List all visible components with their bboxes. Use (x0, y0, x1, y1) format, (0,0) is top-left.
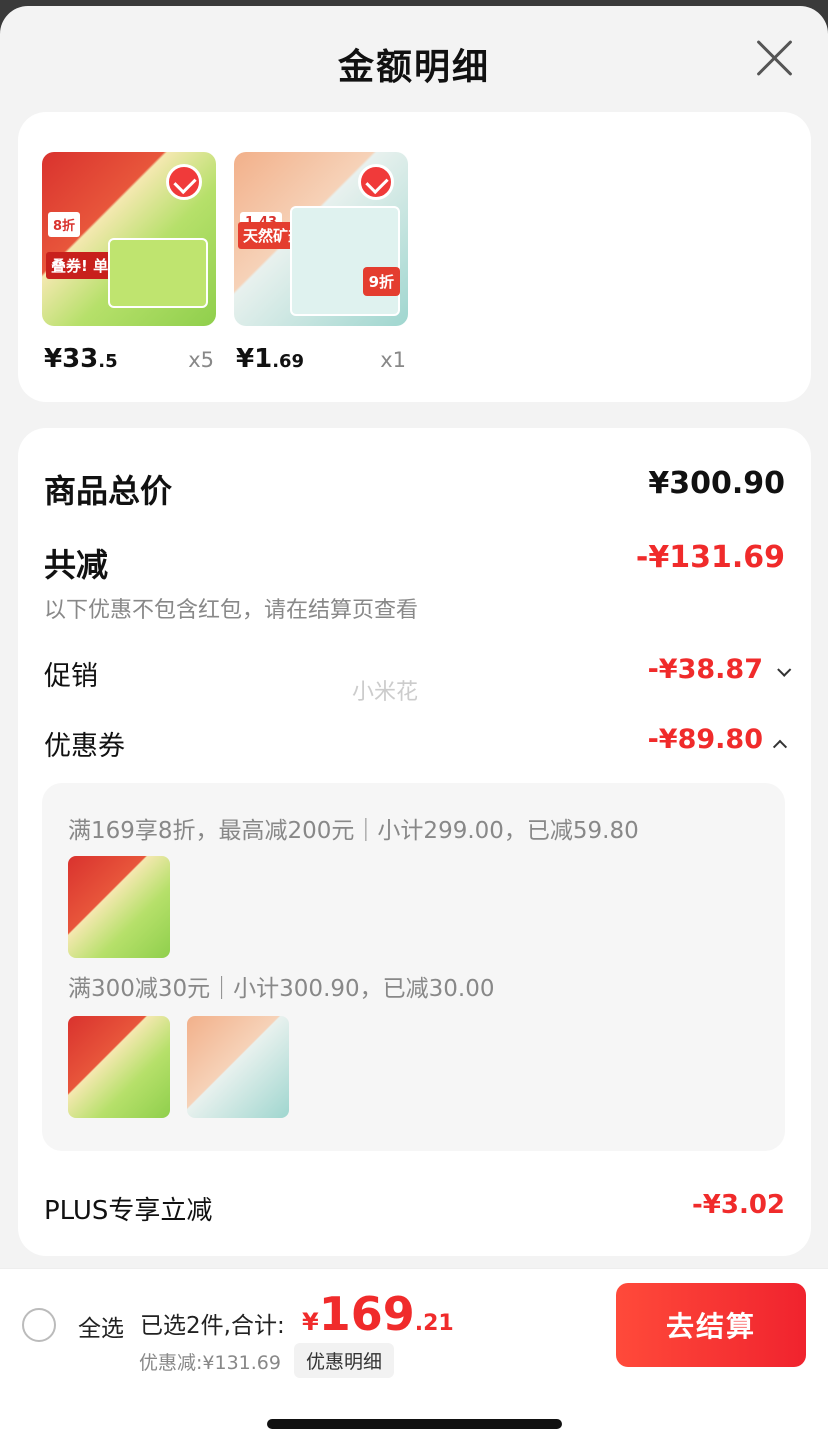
product-item[interactable]: 8折 叠券! 单件 低至6.7折 ¥33.5 x5 (42, 152, 216, 380)
product-image-pack (290, 206, 400, 316)
plus-value: -¥3.02 (691, 1190, 785, 1220)
chevron-down-icon[interactable] (777, 662, 792, 677)
discount-tag: 9折 (362, 267, 400, 296)
coupon-product-thumbnail[interactable] (187, 1016, 289, 1118)
product-item[interactable]: 1.43 天然矿盐 9折 ¥1.69 x1 (234, 152, 408, 380)
product-image-pack (108, 238, 208, 308)
plus-label: PLUS专享立减 (44, 1196, 213, 1226)
close-icon[interactable] (756, 40, 792, 76)
product-price: ¥33.5 (44, 344, 118, 374)
chevron-up-icon[interactable] (772, 739, 788, 754)
footer-total-price: ¥169.21 (302, 1287, 454, 1341)
price-summary-card: 商品总价 ¥300.90 共减 -¥131.69 以下优惠不包含红包，请在结算页… (18, 428, 811, 1256)
check-icon[interactable] (358, 164, 394, 200)
product-quantity: x1 (380, 348, 406, 372)
sheet-header: 金额明细 (0, 6, 828, 114)
coupon-value: -¥89.80 (647, 724, 763, 755)
coupon-rule-line: 满169享8折，最高减200元｜小计299.00，已减59.80 (68, 818, 639, 844)
checkout-footer: 全选 已选2件,合计: ¥169.21 优惠减:¥131.69 优惠明细 去结算 (0, 1268, 828, 1441)
coupon-detail-box: 满169享8折，最高减200元｜小计299.00，已减59.80 满300减30… (42, 783, 785, 1151)
discount-note: 以下优惠不包含红包，请在结算页查看 (44, 598, 419, 623)
watermark-text: 小米花 (352, 680, 419, 705)
price-row: ¥1.69 x1 (234, 340, 408, 380)
amount-detail-sheet: 金额明细 8折 叠券! 单件 低至6.7折 ¥33.5 x5 1.43 天然矿盐… (0, 6, 828, 1441)
selected-count-text: 已选2件,合计: (140, 1313, 285, 1339)
coupon-label: 优惠券 (44, 731, 125, 762)
promo-label: 促销 (44, 661, 98, 692)
product-thumbnail[interactable]: 1.43 天然矿盐 9折 (234, 152, 408, 326)
select-all-radio[interactable] (22, 1308, 56, 1342)
total-reduce-value: -¥131.69 (635, 540, 785, 575)
promo-value-group[interactable]: -¥38.87 (647, 654, 792, 685)
coupon-product-thumbnail[interactable] (68, 1016, 170, 1118)
home-indicator[interactable] (267, 1419, 562, 1429)
total-price-label: 商品总价 (44, 472, 173, 510)
promo-value: -¥38.87 (647, 654, 763, 685)
total-reduce-label: 共减 (44, 546, 109, 584)
product-thumbnail[interactable]: 8折 叠券! 单件 低至6.7折 (42, 152, 216, 326)
footer-discount-text: 优惠减:¥131.69 (139, 1352, 281, 1374)
sheet-title: 金额明细 (337, 47, 490, 88)
products-card: 8折 叠券! 单件 低至6.7折 ¥33.5 x5 1.43 天然矿盐 9折 ¥… (18, 112, 811, 402)
select-all-label[interactable]: 全选 (78, 1309, 124, 1343)
discount-detail-button[interactable]: 优惠明细 (294, 1343, 395, 1378)
check-icon[interactable] (166, 164, 202, 200)
total-price-value: ¥300.90 (648, 466, 785, 501)
product-quantity: x5 (188, 348, 214, 372)
product-badge: 8折 (48, 212, 81, 237)
product-price: ¥1.69 (236, 344, 305, 374)
coupon-product-thumbnail[interactable] (68, 856, 170, 958)
price-row: ¥33.5 x5 (42, 340, 216, 380)
coupon-rule-line: 满300减30元｜小计300.90，已减30.00 (68, 976, 495, 1002)
coupon-value-group[interactable]: -¥89.80 (647, 724, 788, 755)
checkout-button[interactable]: 去结算 (616, 1283, 806, 1367)
